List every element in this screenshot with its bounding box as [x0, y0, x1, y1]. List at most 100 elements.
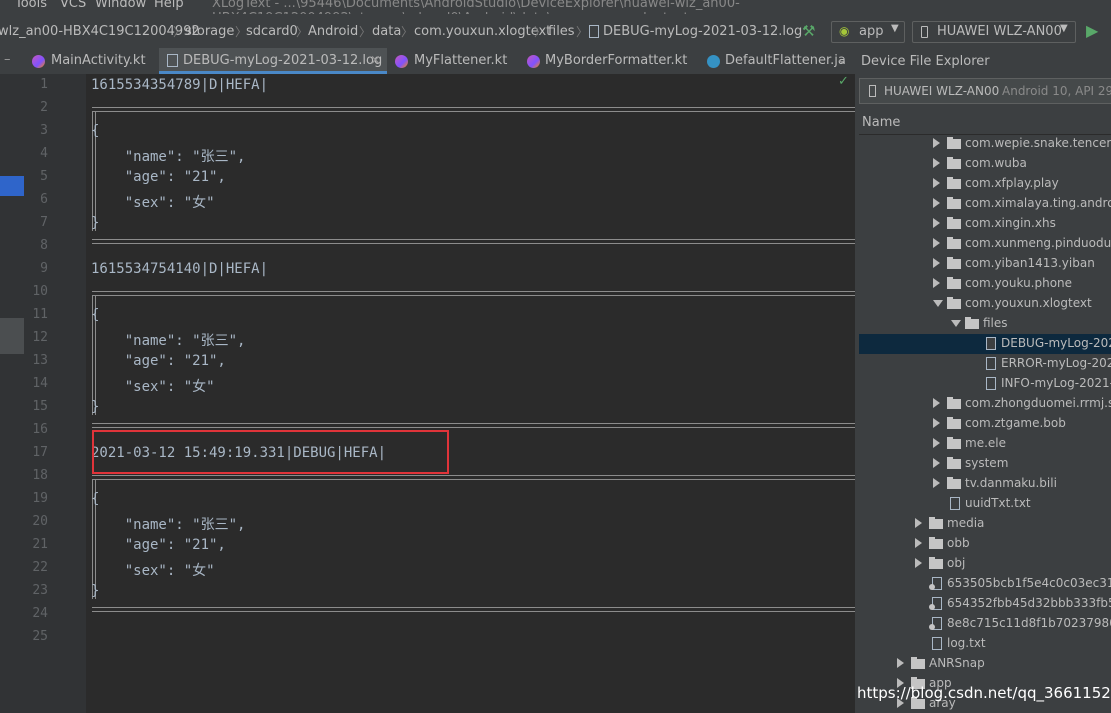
expand-right-icon[interactable] [933, 478, 940, 488]
tool-window-marker[interactable] [0, 318, 24, 354]
tree-item[interactable]: 8e8c715c11d8f1b7023798040 [859, 614, 1111, 634]
breadcrumb-storage[interactable]: storage [185, 24, 234, 39]
tab-debug-log[interactable]: DEBUG-myLog-2021-03-12.log × [159, 48, 387, 74]
line-number-gutter: 1 2 3 4 5 6 7 8 9 10 11 12 13 14 15 16 1… [24, 74, 87, 713]
line-number: 2 [40, 100, 48, 115]
expand-right-icon[interactable] [933, 258, 940, 268]
expand-right-icon[interactable] [933, 158, 940, 168]
red-highlight-box [92, 430, 449, 474]
line-number: 6 [40, 192, 48, 207]
tree-item-label: com.xingin.xhs [965, 216, 1056, 230]
tree-item-label: files [983, 316, 1008, 330]
menu-window[interactable]: Window [95, 0, 146, 11]
tree-item[interactable]: com.ztgame.bob [859, 414, 1111, 434]
expand-right-icon[interactable] [933, 418, 940, 428]
hammer-icon[interactable]: ⚒ [802, 22, 815, 40]
tree-item[interactable]: com.wepie.snake.tencent [859, 134, 1111, 154]
tree-item[interactable]: obj [859, 554, 1111, 574]
folder-icon [947, 217, 961, 229]
tree-item[interactable]: com.xfplay.play [859, 174, 1111, 194]
menu-tools[interactable]: Tools [15, 0, 47, 11]
device-dropdown[interactable]: HUAWEI WLZ-AN00 ▼ [912, 21, 1076, 43]
tree-item[interactable]: log.txt [859, 634, 1111, 654]
line-number: 13 [32, 353, 48, 368]
expand-right-icon[interactable] [933, 218, 940, 228]
breadcrumb-data[interactable]: data [372, 24, 401, 39]
expand-right-icon[interactable] [933, 178, 940, 188]
close-icon[interactable]: × [370, 53, 381, 68]
tree-item[interactable]: com.xingin.xhs [859, 214, 1111, 234]
folder-icon [947, 177, 961, 189]
tab-overflow-icon[interactable]: ⌄ [836, 51, 848, 67]
tree-item[interactable]: obb [859, 534, 1111, 554]
tool-window-marker[interactable] [0, 176, 24, 196]
tree-item[interactable]: me.ele [859, 434, 1111, 454]
tree-item-label: obj [947, 556, 966, 570]
editor-tab-bar: – MainActivity.kt DEBUG-myLog-2021-03-12… [0, 48, 855, 75]
tree-item[interactable]: media [859, 514, 1111, 534]
expand-down-icon[interactable] [951, 320, 961, 327]
tree-item[interactable]: com.wuba [859, 154, 1111, 174]
tree-item[interactable]: com.xunmeng.pinduoduo [859, 234, 1111, 254]
folder-icon [947, 437, 961, 449]
expand-right-icon[interactable] [897, 658, 904, 668]
tree-item[interactable]: com.zhongduomei.rrmj.society [859, 394, 1111, 414]
breadcrumb-files[interactable]: files [548, 24, 575, 39]
expand-right-icon[interactable] [915, 538, 922, 548]
device-selector[interactable]: HUAWEI WLZ-AN00 Android 10, API 29 [859, 78, 1111, 104]
breadcrumb-file[interactable]: DEBUG-myLog-2021-03-12.log [603, 24, 802, 39]
tree-item[interactable]: com.yiban1413.yiban [859, 254, 1111, 274]
tab-my-flattener[interactable]: MyFlattener.kt [389, 48, 519, 74]
expand-right-icon[interactable] [933, 438, 940, 448]
folder-icon [929, 537, 943, 549]
expand-right-icon[interactable] [933, 278, 940, 288]
tree-item[interactable]: com.youku.phone [859, 274, 1111, 294]
tree-item[interactable]: ERROR-myLog-2021-03-12.log [859, 354, 1111, 374]
tree-item[interactable]: uuidTxt.txt [859, 494, 1111, 514]
expand-right-icon[interactable] [933, 238, 940, 248]
breadcrumb-sdcard0[interactable]: sdcard0 [246, 24, 298, 39]
menu-help[interactable]: Help [154, 0, 184, 11]
tree-item[interactable]: com.ximalaya.ting.android [859, 194, 1111, 214]
tree-item-label: tv.danmaku.bili [965, 476, 1057, 490]
expand-down-icon[interactable] [933, 300, 943, 307]
tree-item[interactable]: ANRSnap [859, 654, 1111, 674]
tab-my-border-formatter[interactable]: MyBorderFormatter.kt [521, 48, 701, 74]
folder-icon [947, 277, 961, 289]
tree-item[interactable]: tv.danmaku.bili [859, 474, 1111, 494]
file-icon [929, 577, 942, 590]
tree-item-label: com.xfplay.play [965, 176, 1059, 190]
run-icon[interactable]: ▶ [1086, 21, 1098, 40]
expand-right-icon[interactable] [915, 558, 922, 568]
json-line: } [91, 215, 100, 231]
tree-item[interactable]: system [859, 454, 1111, 474]
json-line: "sex": "女" [91, 563, 215, 579]
tree-item[interactable]: files [859, 314, 1111, 334]
tree-item[interactable]: 654352fbb45d32bbb333fb5 [859, 594, 1111, 614]
expand-right-icon[interactable] [933, 458, 940, 468]
json-line: "age": "21", [91, 169, 226, 185]
breadcrumb-package[interactable]: com.youxun.xlogtext [414, 24, 551, 39]
tab-main-activity[interactable]: MainActivity.kt [26, 48, 156, 74]
tab-default-flattener[interactable]: DefaultFlattener.ja [701, 48, 846, 74]
run-config-dropdown[interactable]: ◉ app ▼ [831, 21, 905, 43]
tree-item-label: log.txt [947, 636, 986, 650]
log-editor[interactable]: ✓ 1615534354789|D|HEFA| { "name": "张三", … [86, 74, 855, 713]
name-column-header[interactable]: Name [859, 110, 1111, 135]
log-file-icon [167, 54, 178, 67]
chevron-down-icon: ▼ [1060, 23, 1068, 34]
expand-right-icon[interactable] [933, 138, 940, 148]
tree-item[interactable]: com.youxun.xlogtext [859, 294, 1111, 314]
json-line: } [91, 583, 100, 599]
expand-right-icon[interactable] [933, 198, 940, 208]
tree-item[interactable]: INFO-myLog-2021-03-12.log [859, 374, 1111, 394]
device-label: HUAWEI WLZ-AN00 [937, 24, 1062, 39]
tree-item[interactable]: 653505bcb1f5e4c0c03ec31c [859, 574, 1111, 594]
breadcrumb-device[interactable]: wlz_an00-HBX4C19C12004992 [0, 24, 200, 39]
minimize-icon[interactable]: – [4, 52, 11, 67]
expand-right-icon[interactable] [915, 518, 922, 528]
tree-item[interactable]: DEBUG-myLog-2021-03-12.log [859, 334, 1111, 354]
expand-right-icon[interactable] [933, 398, 940, 408]
menu-vcs[interactable]: VCS [60, 0, 86, 11]
breadcrumb-android[interactable]: Android [308, 24, 358, 39]
